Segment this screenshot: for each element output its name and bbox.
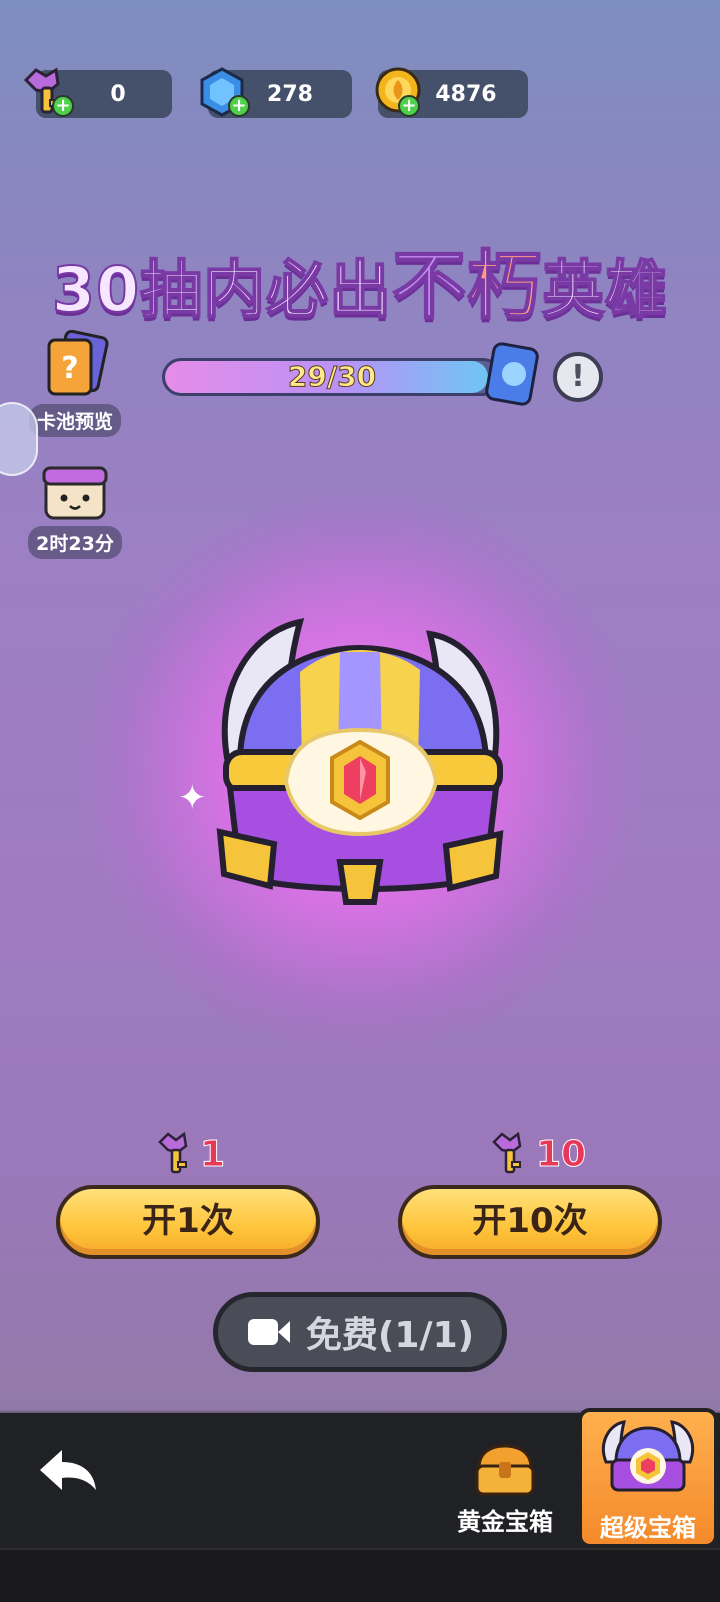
tab-gold-chest-label: 黄金宝箱: [457, 1508, 553, 1536]
key-icon: [490, 1131, 530, 1180]
info-icon[interactable]: !: [553, 352, 603, 402]
headline-part4: 英雄: [541, 252, 669, 327]
back-arrow-icon[interactable]: [36, 1446, 100, 1500]
gold-chest-icon: [475, 1444, 535, 1496]
open-ten-cost: 10: [535, 1134, 587, 1176]
super-chest-image: [190, 612, 530, 936]
card-icon: ?: [47, 329, 109, 396]
hero-card-icon: [484, 342, 542, 412]
open-once-button[interactable]: 开1次: [56, 1185, 320, 1259]
coins-count: 4876: [435, 81, 497, 107]
sparkle-icon: ✦: [178, 778, 207, 818]
pity-progress-text: 29/30: [287, 360, 377, 394]
tab-super-chest-label: 超级宝箱: [600, 1514, 696, 1542]
event-timer-button[interactable]: 2时23分: [20, 466, 130, 559]
hero-avatar-icon: [42, 466, 108, 520]
headline-part3: 朽: [466, 242, 543, 330]
svg-text:?: ?: [61, 351, 78, 386]
super-chest-icon: [601, 1420, 695, 1492]
add-gems-button[interactable]: +: [228, 95, 250, 117]
side-drawer-handle[interactable]: [0, 402, 38, 476]
headline-part2: 不: [391, 242, 468, 330]
gems-count: 278: [267, 81, 313, 107]
open-once-cost: 1: [199, 1134, 226, 1176]
headline-banner: 30抽内必出不朽英雄: [0, 226, 720, 333]
headline-part1: 30抽内必出: [51, 252, 393, 327]
tab-super-chest[interactable]: 超级宝箱: [578, 1408, 718, 1548]
tab-gold-chest[interactable]: 黄金宝箱: [440, 1442, 570, 1537]
video-icon: [247, 1319, 290, 1345]
game-screen: 0 + 278 + 4876 + 30抽内必出不朽英雄 ? 卡池预览 2时23分…: [0, 0, 720, 1602]
free-open-label: 免费(1/1): [305, 1315, 475, 1356]
keys-count: 0: [110, 81, 126, 107]
pool-preview-label: 卡池预览: [28, 404, 121, 437]
add-keys-button[interactable]: +: [52, 95, 74, 117]
add-coins-button[interactable]: +: [398, 95, 420, 117]
open-ten-button[interactable]: 开10次: [398, 1185, 662, 1259]
bottom-strip: [0, 1548, 720, 1602]
event-timer-label: 2时23分: [28, 526, 122, 559]
free-open-button[interactable]: 免费(1/1): [213, 1292, 507, 1372]
key-icon: [156, 1131, 196, 1180]
